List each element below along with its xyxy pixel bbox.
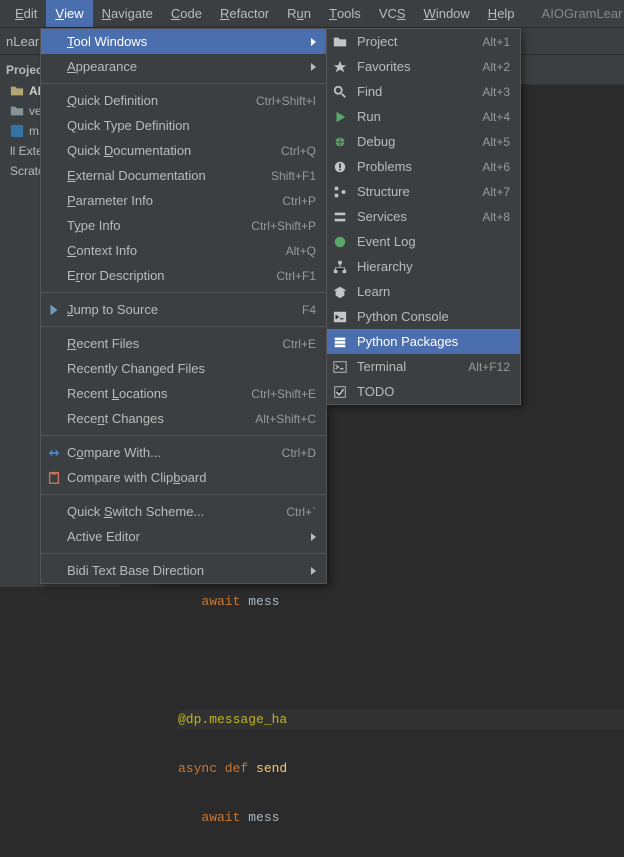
terminal-icon [332,359,348,375]
submenu-item-structure[interactable]: StructureAlt+7 [327,179,520,204]
menu-item-recent-files[interactable]: Recent FilesCtrl+E [41,331,326,356]
breadcrumb[interactable]: nLearr [6,34,44,49]
submenu-item-terminal[interactable]: TerminalAlt+F12 [327,354,520,379]
menu-item-compare-with-clipboard[interactable]: Compare with Clipboard [41,465,326,490]
star-icon [332,59,348,75]
submenu-item-debug[interactable]: DebugAlt+5 [327,129,520,154]
submenu-item-project[interactable]: ProjectAlt+1 [327,29,520,54]
menu-refactor[interactable]: Refactor [211,0,278,27]
folder-icon [10,104,24,118]
menu-navigate[interactable]: Navigate [93,0,162,27]
clipboard-icon [46,470,62,486]
folder-icon [10,84,24,98]
menu-item-error-description[interactable]: Error DescriptionCtrl+F1 [41,263,326,288]
menu-item-context-info[interactable]: Context InfoAlt+Q [41,238,326,263]
view-menu-dropdown: Tool WindowsAppearance Quick DefinitionCt… [40,28,327,584]
eventlog-icon [332,234,348,250]
search-icon [332,84,348,100]
menu-item-external-documentation[interactable]: External DocumentationShift+F1 [41,163,326,188]
menu-item-appearance[interactable]: Appearance [41,54,326,79]
menu-help[interactable]: Help [479,0,524,27]
menu-vcs[interactable]: VCS [370,0,415,27]
menu-item-tool-windows[interactable]: Tool Windows [41,29,326,54]
services-icon [332,209,348,225]
menu-item-jump-to-source[interactable]: Jump to SourceF4 [41,297,326,322]
submenu-item-find[interactable]: FindAlt+3 [327,79,520,104]
submenu-item-run[interactable]: RunAlt+4 [327,104,520,129]
menu-item-quick-definition[interactable]: Quick DefinitionCtrl+Shift+I [41,88,326,113]
menu-item-type-info[interactable]: Type InfoCtrl+Shift+P [41,213,326,238]
run-icon [332,109,348,125]
menu-item-quick-documentation[interactable]: Quick DocumentationCtrl+Q [41,138,326,163]
submenu-item-python-packages[interactable]: Python Packages [327,329,520,354]
jump-icon [46,302,62,318]
submenu-item-favorites[interactable]: FavoritesAlt+2 [327,54,520,79]
menu-item-parameter-info[interactable]: Parameter InfoCtrl+P [41,188,326,213]
problems-icon [332,159,348,175]
todo-icon [332,384,348,400]
menu-item-active-editor[interactable]: Active Editor [41,524,326,549]
submenu-item-services[interactable]: ServicesAlt+8 [327,204,520,229]
submenu-item-hierarchy[interactable]: Hierarchy [327,254,520,279]
tool-windows-submenu: ProjectAlt+1FavoritesAlt+2FindAlt+3RunAl… [326,28,521,405]
menu-item-compare-with-[interactable]: Compare With...Ctrl+D [41,440,326,465]
menu-item-quick-type-definition[interactable]: Quick Type Definition [41,113,326,138]
packages-icon [332,334,348,350]
submenu-item-event-log[interactable]: Event Log [327,229,520,254]
pyconsole-icon [332,309,348,325]
menu-tools[interactable]: Tools [320,0,370,27]
compare-icon [46,445,62,461]
menu-item-recent-locations[interactable]: Recent LocationsCtrl+Shift+E [41,381,326,406]
menu-view[interactable]: View [46,0,92,27]
hierarchy-icon [332,259,348,275]
menu-item-recently-changed-files[interactable]: Recently Changed Files [41,356,326,381]
submenu-item-learn[interactable]: Learn [327,279,520,304]
python-file-icon [10,124,24,138]
submenu-item-problems[interactable]: ProblemsAlt+6 [327,154,520,179]
menubar: Edit View Navigate Code Refactor Run Too… [0,0,624,28]
menu-item-quick-switch-scheme-[interactable]: Quick Switch Scheme...Ctrl+` [41,499,326,524]
window-title: AIOGramLear [542,6,623,21]
menu-code[interactable]: Code [162,0,211,27]
menu-run[interactable]: Run [278,0,320,27]
menu-item-bidi-text-base-direction[interactable]: Bidi Text Base Direction [41,558,326,583]
submenu-item-todo[interactable]: TODO [327,379,520,404]
debug-icon [332,134,348,150]
submenu-item-python-console[interactable]: Python Console [327,304,520,329]
menu-window[interactable]: Window [415,0,479,27]
menu-item-recent-changes[interactable]: Recent ChangesAlt+Shift+C [41,406,326,431]
project-icon [332,34,348,50]
structure-icon [332,184,348,200]
menu-edit[interactable]: Edit [6,0,46,27]
learn-icon [332,284,348,300]
